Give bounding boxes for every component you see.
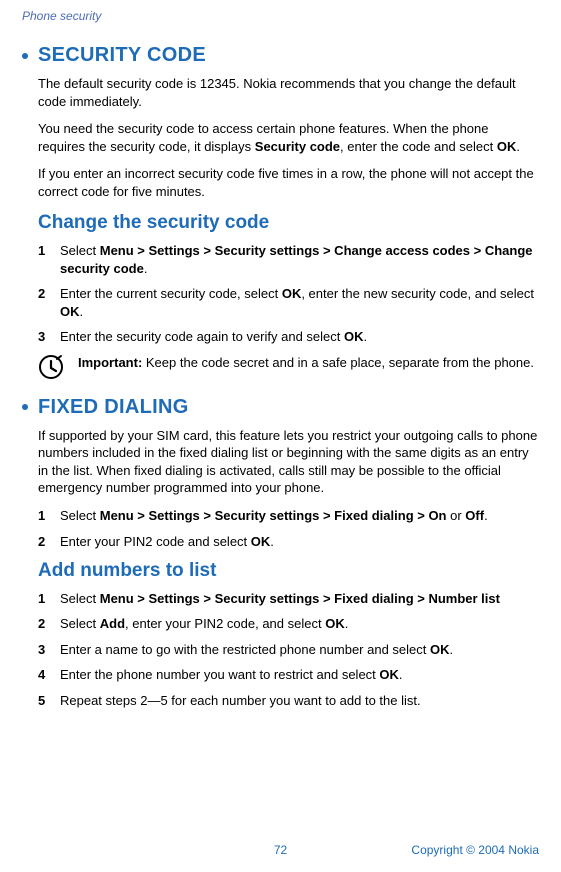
bold-text: Add: [100, 616, 125, 631]
text: , enter the code and select: [340, 139, 497, 154]
bold-text: OK: [379, 667, 399, 682]
list-number: 1: [38, 507, 60, 525]
text: Enter the phone number you want to restr…: [60, 667, 379, 682]
text: Select: [60, 243, 100, 258]
text: Select: [60, 508, 100, 523]
text: .: [484, 508, 488, 523]
bold-text: Off: [465, 508, 484, 523]
copyright-text: Copyright © 2004 Nokia: [411, 842, 539, 858]
text: .: [144, 261, 148, 276]
text: .: [80, 304, 84, 319]
important-text: Important: Keep the code secret and in a…: [78, 354, 534, 372]
list-number: 2: [38, 533, 60, 551]
text: Enter your PIN2 code and select: [60, 534, 251, 549]
text: Select: [60, 591, 100, 606]
bold-text: OK: [282, 286, 302, 301]
list-number: 3: [38, 328, 60, 346]
subheading-add-numbers: Add numbers to list: [38, 558, 539, 584]
ordered-list: 1 Select Menu > Settings > Security sett…: [38, 507, 539, 550]
list-text: Enter the current security code, select …: [60, 285, 539, 320]
subheading-change-code: Change the security code: [38, 210, 539, 236]
paragraph: You need the security code to access cer…: [38, 120, 539, 155]
ordered-list: 1 Select Menu > Settings > Security sett…: [38, 242, 539, 346]
bullet-icon: [22, 404, 28, 410]
list-text: Enter a name to go with the restricted p…: [60, 641, 539, 659]
text: or: [447, 508, 466, 523]
list-item: 5 Repeat steps 2—5 for each number you w…: [38, 692, 539, 710]
bold-text: Menu > Settings > Security settings > Fi…: [100, 508, 447, 523]
section-fixed-dialing: FIXED DIALING: [22, 394, 539, 421]
text: .: [399, 667, 403, 682]
list-number: 3: [38, 641, 60, 659]
paragraph: If supported by your SIM card, this feat…: [38, 427, 539, 497]
important-icon: [38, 354, 64, 380]
text: .: [345, 616, 349, 631]
bold-text: Menu > Settings > Security settings > Fi…: [100, 591, 500, 606]
bold-text: OK: [497, 139, 517, 154]
paragraph: If you enter an incorrect security code …: [38, 165, 539, 200]
bullet-icon: [22, 53, 28, 59]
text: , enter your PIN2 code, and select: [125, 616, 325, 631]
list-number: 1: [38, 242, 60, 277]
list-item: 2 Enter the current security code, selec…: [38, 285, 539, 320]
list-item: 3 Enter a name to go with the restricted…: [38, 641, 539, 659]
list-text: Repeat steps 2—5 for each number you wan…: [60, 692, 539, 710]
bold-text: Important:: [78, 355, 146, 370]
list-text: Enter the phone number you want to restr…: [60, 666, 539, 684]
important-note: Important: Keep the code secret and in a…: [38, 354, 539, 380]
section-security-code: SECURITY CODE: [22, 42, 539, 69]
list-text: Enter the security code again to verify …: [60, 328, 539, 346]
list-text: Select Menu > Settings > Security settin…: [60, 507, 539, 525]
ordered-list: 1 Select Menu > Settings > Security sett…: [38, 590, 539, 710]
list-number: 5: [38, 692, 60, 710]
list-item: 2 Enter your PIN2 code and select OK.: [38, 533, 539, 551]
list-item: 3 Enter the security code again to verif…: [38, 328, 539, 346]
text: .: [450, 642, 454, 657]
list-number: 4: [38, 666, 60, 684]
text: , enter the new security code, and selec…: [301, 286, 534, 301]
section-heading: FIXED DIALING: [38, 394, 189, 421]
bold-text: Menu > Settings > Security settings > Ch…: [60, 243, 533, 276]
bold-text: Security code: [255, 139, 340, 154]
bold-text: OK: [325, 616, 345, 631]
bold-text: OK: [251, 534, 271, 549]
page-number: 72: [274, 843, 287, 857]
paragraph: The default security code is 12345. Noki…: [38, 75, 539, 110]
bold-text: OK: [430, 642, 450, 657]
text: Enter the security code again to verify …: [60, 329, 344, 344]
text: Enter the current security code, select: [60, 286, 282, 301]
text: .: [364, 329, 368, 344]
text: Keep the code secret and in a safe place…: [146, 355, 534, 370]
list-number: 2: [38, 615, 60, 633]
list-item: 1 Select Menu > Settings > Security sett…: [38, 242, 539, 277]
list-text: Select Menu > Settings > Security settin…: [60, 242, 539, 277]
list-number: 2: [38, 285, 60, 320]
bold-text: OK: [344, 329, 364, 344]
list-text: Enter your PIN2 code and select OK.: [60, 533, 539, 551]
list-item: 4 Enter the phone number you want to res…: [38, 666, 539, 684]
page-footer: 72 Copyright © 2004 Nokia: [0, 842, 561, 858]
bold-text: OK: [60, 304, 80, 319]
text: .: [516, 139, 520, 154]
list-number: 1: [38, 590, 60, 608]
list-text: Select Add, enter your PIN2 code, and se…: [60, 615, 539, 633]
text: Enter a name to go with the restricted p…: [60, 642, 430, 657]
text: .: [270, 534, 274, 549]
list-text: Select Menu > Settings > Security settin…: [60, 590, 539, 608]
page-header: Phone security: [22, 8, 539, 24]
list-item: 1 Select Menu > Settings > Security sett…: [38, 507, 539, 525]
list-item: 2 Select Add, enter your PIN2 code, and …: [38, 615, 539, 633]
section-heading: SECURITY CODE: [38, 42, 206, 69]
text: Select: [60, 616, 100, 631]
list-item: 1 Select Menu > Settings > Security sett…: [38, 590, 539, 608]
